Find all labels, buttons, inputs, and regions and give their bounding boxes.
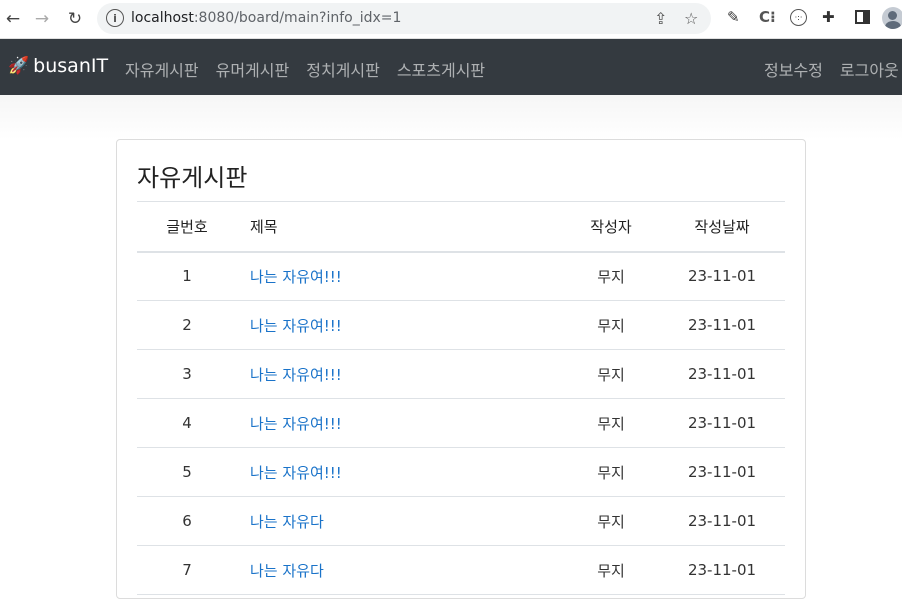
post-title-link[interactable]: 나는 자유여!!! [250, 317, 342, 335]
post-title-link[interactable]: 나는 자유여!!! [250, 268, 342, 286]
table-row: 5 나는 자유여!!! 무지 23-11-01 [137, 447, 785, 497]
header-author: 작성자 [563, 201, 659, 253]
menu-politics-board[interactable]: 정치게시판 [306, 57, 380, 81]
post-no: 7 [137, 545, 237, 595]
post-author: 무지 [563, 447, 659, 497]
table-row: 4 나는 자유여!!! 무지 23-11-01 [137, 398, 785, 448]
post-title-cell: 나는 자유다 [237, 545, 563, 595]
logout-link[interactable]: 로그아웃 [840, 57, 899, 81]
brand-name: busanIT [33, 55, 109, 77]
table-row: 1 나는 자유여!!! 무지 23-11-01 [137, 251, 785, 301]
code-extension-icon[interactable]: ·:· [790, 9, 807, 26]
header-title: 제목 [237, 201, 563, 253]
post-title-cell: 나는 자유여!!! [237, 447, 563, 497]
edit-profile-link[interactable]: 정보수정 [764, 57, 823, 81]
extensions-puzzle-icon[interactable]: ✚ [822, 8, 835, 26]
post-title-cell: 나는 자유여!!! [237, 398, 563, 448]
post-title-cell: 나는 자유여!!! [237, 349, 563, 399]
url-path: :8080/board/main?info_idx=1 [193, 10, 402, 26]
post-author: 무지 [563, 349, 659, 399]
table-row: 7 나는 자유다 무지 23-11-01 [137, 545, 785, 595]
post-no: 3 [137, 349, 237, 399]
post-author: 무지 [563, 496, 659, 546]
menu-humor-board[interactable]: 유머게시판 [216, 57, 290, 81]
back-arrow-icon[interactable]: ← [0, 6, 26, 32]
bookmark-star-icon[interactable]: ☆ [684, 9, 698, 28]
post-date: 23-11-01 [659, 349, 785, 399]
post-date: 23-11-01 [659, 545, 785, 595]
post-no: 5 [137, 447, 237, 497]
brand-logo[interactable]: 🚀 busanIT [8, 55, 108, 77]
post-date: 23-11-01 [659, 300, 785, 350]
header-no: 글번호 [137, 201, 237, 253]
post-date: 23-11-01 [659, 496, 785, 546]
table-row: 3 나는 자유여!!! 무지 23-11-01 [137, 349, 785, 399]
colorzilla-extension-icon[interactable]: C⁝ [759, 8, 776, 26]
post-author: 무지 [563, 398, 659, 448]
post-title-cell: 나는 자유다 [237, 496, 563, 546]
forward-arrow-icon[interactable]: → [29, 6, 55, 32]
board-card: 자유게시판 글번호 제목 작성자 작성날짜 1 나는 자유여!!! 무지 23-… [116, 139, 806, 599]
post-title-link[interactable]: 나는 자유다 [250, 562, 324, 580]
browser-toolbar: ← → ↻ i localhost:8080/board/main?info_i… [0, 0, 902, 39]
post-title-link[interactable]: 나는 자유여!!! [250, 415, 342, 433]
post-title-link[interactable]: 나는 자유여!!! [250, 366, 342, 384]
reload-icon[interactable]: ↻ [62, 6, 88, 32]
profile-avatar-icon[interactable] [882, 7, 902, 29]
side-panel-icon[interactable] [855, 10, 870, 24]
eyedropper-extension-icon[interactable]: ✎ [727, 8, 740, 26]
post-author: 무지 [563, 545, 659, 595]
post-date: 23-11-01 [659, 447, 785, 497]
post-no: 2 [137, 300, 237, 350]
menu-sports-board[interactable]: 스포츠게시판 [397, 57, 485, 81]
post-title-link[interactable]: 나는 자유다 [250, 513, 324, 531]
post-table: 글번호 제목 작성자 작성날짜 1 나는 자유여!!! 무지 23-11-01 … [137, 201, 785, 595]
post-title-link[interactable]: 나는 자유여!!! [250, 464, 342, 482]
table-row: 6 나는 자유다 무지 23-11-01 [137, 496, 785, 546]
address-bar[interactable]: i localhost:8080/board/main?info_idx=1 ⇪… [97, 3, 711, 34]
rocket-icon: 🚀 [8, 56, 30, 76]
account-menu: 정보수정 로그아웃 [764, 57, 899, 81]
site-info-icon[interactable]: i [106, 9, 124, 27]
post-date: 23-11-01 [659, 251, 785, 301]
share-icon[interactable]: ⇪ [654, 9, 667, 28]
table-row: 2 나는 자유여!!! 무지 23-11-01 [137, 300, 785, 350]
post-date: 23-11-01 [659, 398, 785, 448]
post-no: 6 [137, 496, 237, 546]
post-title-cell: 나는 자유여!!! [237, 300, 563, 350]
menu-free-board[interactable]: 자유게시판 [125, 57, 199, 81]
url-text[interactable]: localhost:8080/board/main?info_idx=1 [131, 10, 401, 26]
post-title-cell: 나는 자유여!!! [237, 251, 563, 301]
board-menu: 자유게시판 유머게시판 정치게시판 스포츠게시판 [125, 57, 485, 81]
table-header-row: 글번호 제목 작성자 작성날짜 [137, 201, 785, 253]
url-host: localhost [131, 10, 194, 26]
post-no: 1 [137, 251, 237, 301]
site-navbar: 🚀 busanIT 자유게시판 유머게시판 정치게시판 스포츠게시판 정보수정 … [0, 39, 902, 95]
header-date: 작성날짜 [659, 201, 785, 253]
post-author: 무지 [563, 251, 659, 301]
post-author: 무지 [563, 300, 659, 350]
post-no: 4 [137, 398, 237, 448]
board-title: 자유게시판 [137, 164, 248, 192]
